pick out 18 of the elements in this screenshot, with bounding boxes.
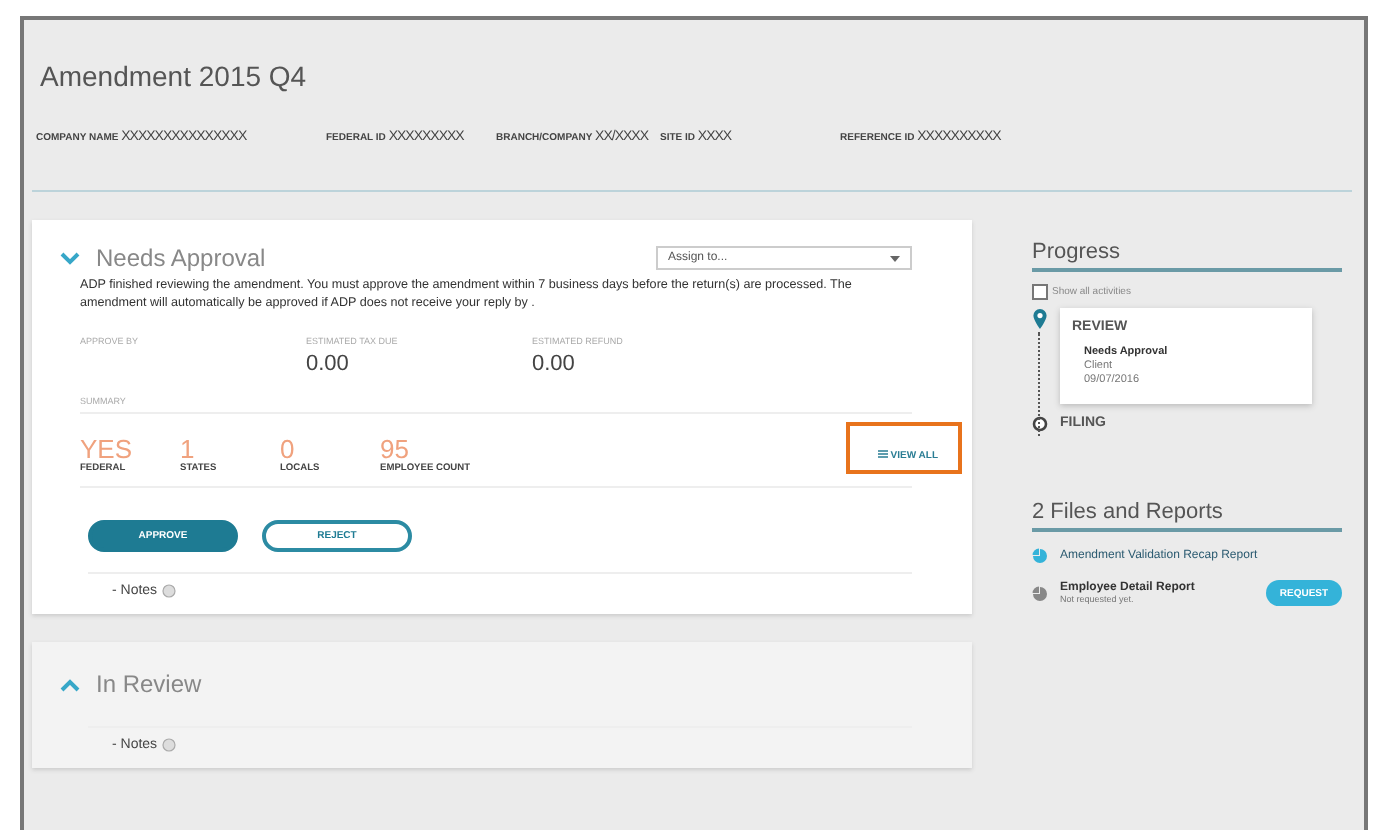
summary-value: 95 bbox=[380, 434, 409, 464]
figure-value: 0.00 bbox=[306, 352, 351, 376]
files-heading: 2 Files and Reports bbox=[1032, 500, 1342, 532]
figure-value: 0.00 bbox=[532, 352, 577, 376]
checkbox[interactable] bbox=[1032, 284, 1048, 300]
list-icon bbox=[877, 450, 888, 458]
chevron-up-icon[interactable] bbox=[60, 677, 80, 691]
caret-icon bbox=[890, 255, 900, 261]
progress-heading: Progress bbox=[1032, 240, 1342, 272]
summary-value: YES bbox=[80, 434, 135, 464]
chevron-down-icon[interactable] bbox=[60, 251, 80, 265]
info-icon bbox=[161, 584, 176, 598]
summary-value: 0 bbox=[280, 434, 295, 464]
summary-value: 1 bbox=[180, 434, 195, 464]
info-icon bbox=[161, 738, 176, 752]
page-title: Amendment 2015 Q4 bbox=[38, 58, 309, 92]
section-title[interactable]: Needs Approval bbox=[96, 244, 266, 272]
section-title[interactable]: In Review bbox=[96, 670, 202, 698]
